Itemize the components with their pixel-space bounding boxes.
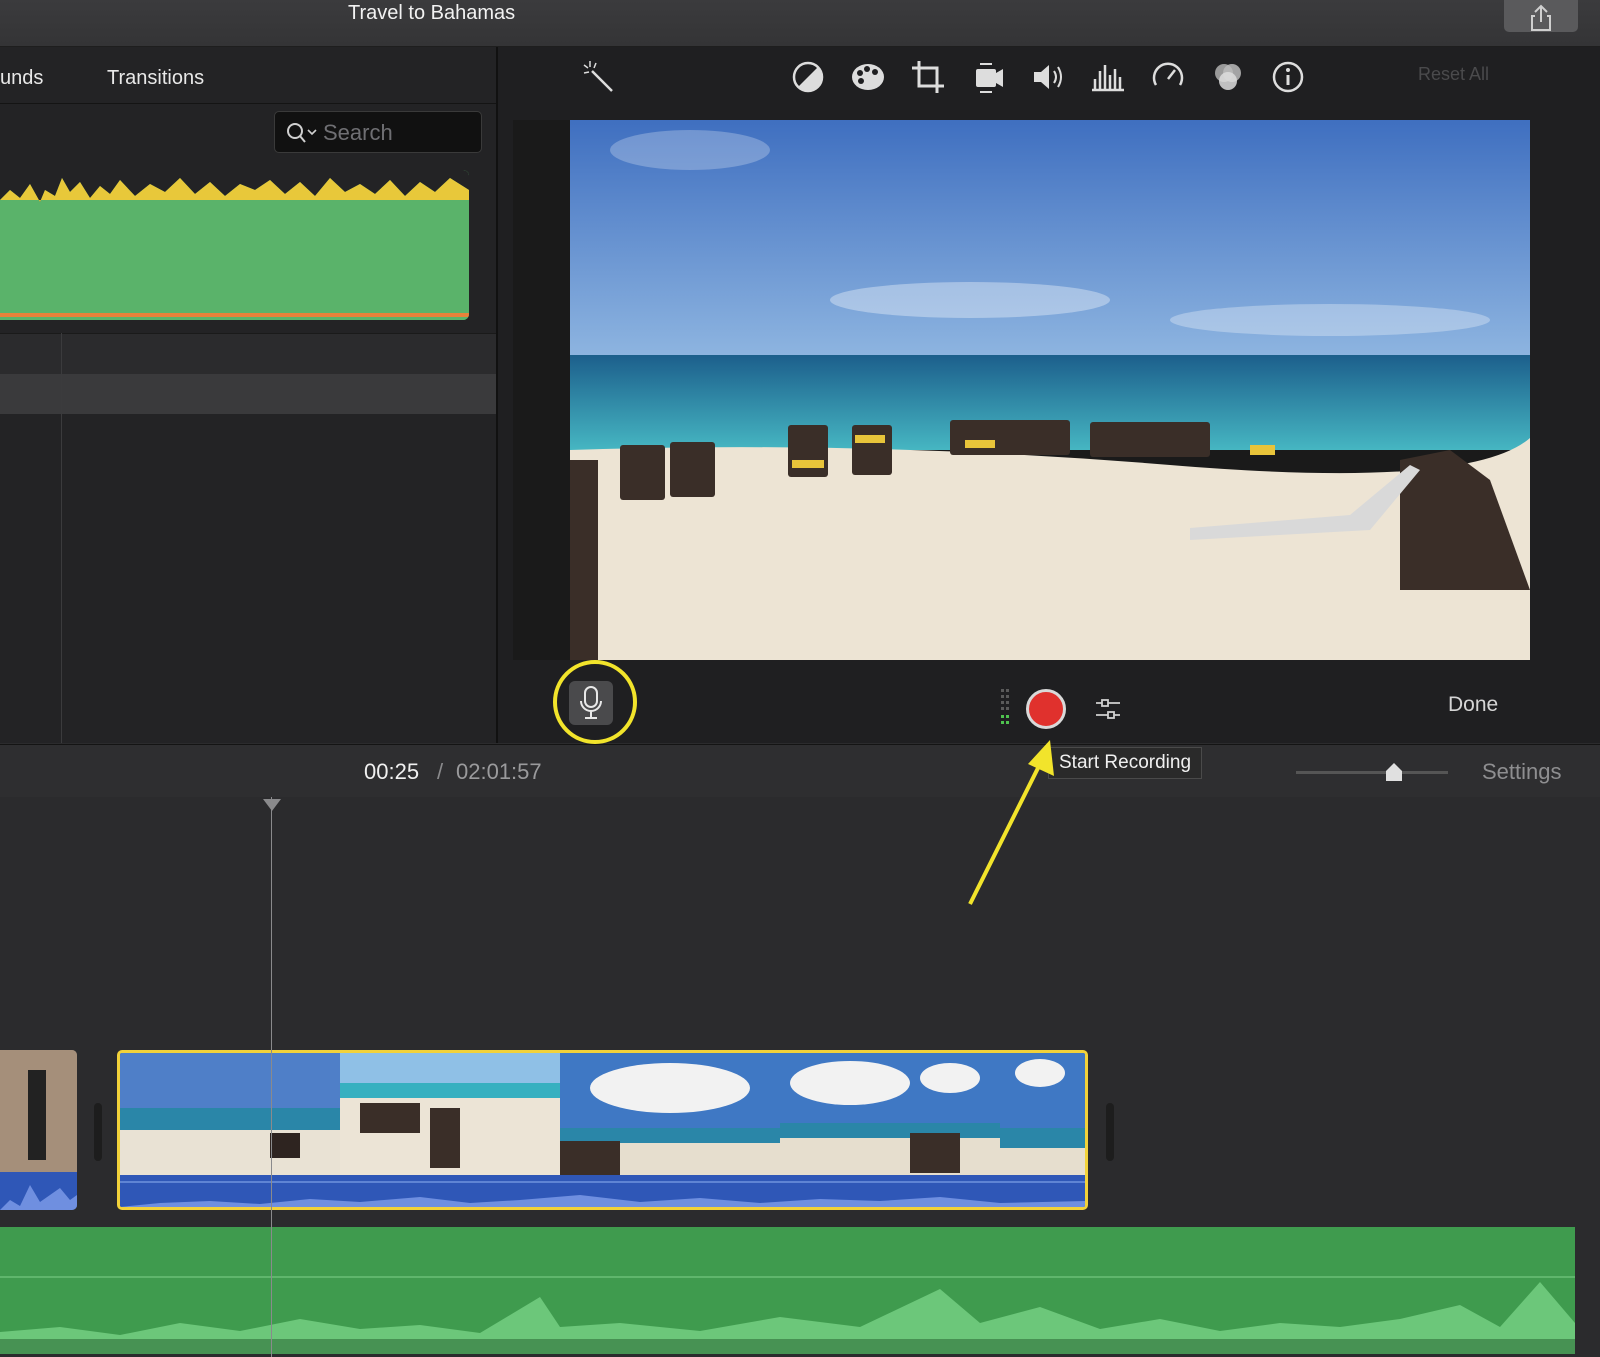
timeline[interactable] (0, 797, 1600, 1357)
color-balance-icon[interactable] (790, 59, 826, 95)
audio-waveform-graphic (120, 1181, 1085, 1207)
background-music-track[interactable] (0, 1227, 1575, 1354)
clip-filter-icon[interactable] (1210, 59, 1246, 95)
crop-icon[interactable] (910, 59, 946, 95)
start-recording-tooltip: Start Recording (1048, 747, 1203, 779)
clip-thumbnail (1000, 1053, 1085, 1175)
magic-wand-icon[interactable] (582, 59, 618, 95)
share-button[interactable] (1504, 0, 1578, 32)
volume-icon[interactable] (1030, 59, 1066, 95)
clip-trim-handle[interactable] (1106, 1103, 1114, 1161)
list-row[interactable] (0, 333, 496, 374)
search-field[interactable]: Search (274, 111, 482, 153)
window-title: Travel to Bahamas (348, 2, 516, 24)
annotation-highlight-circle (553, 660, 637, 744)
column-divider (61, 333, 62, 743)
equalizer-icon[interactable] (1090, 59, 1126, 95)
waveform-graphic (0, 170, 469, 320)
search-input[interactable]: Search (323, 120, 393, 146)
timecode-separator: / (437, 759, 444, 784)
audio-level-meter (1001, 689, 1009, 724)
media-browser: unds Transitions Search (0, 47, 496, 743)
annotation-arrow (968, 740, 1054, 905)
clip-thumbnail (340, 1053, 560, 1175)
search-icon (287, 123, 317, 143)
record-button[interactable] (1026, 689, 1066, 729)
clip-thumbnail (120, 1053, 340, 1175)
selected-video-clip[interactable] (117, 1050, 1088, 1210)
list-row[interactable] (0, 374, 496, 414)
clip-thumbnail (780, 1053, 1000, 1175)
clip-thumbnail (0, 1050, 77, 1210)
tab-sounds[interactable]: unds (0, 67, 43, 90)
playhead-marker-icon[interactable] (263, 799, 281, 813)
tab-transitions[interactable]: Transitions (107, 67, 204, 90)
current-timecode: 00:25 (364, 759, 420, 784)
video-preview-image (570, 120, 1530, 660)
clip-thumbnail (560, 1053, 780, 1175)
total-duration: 02:01:57 (456, 759, 542, 784)
clip-audio-waveform[interactable] (120, 1175, 1085, 1207)
viewer-pane: Reset All Done (498, 47, 1600, 743)
reset-all-button[interactable]: Reset All (1418, 64, 1489, 85)
timeline-zoom-slider[interactable] (1296, 771, 1448, 774)
title-bar: Travel to Bahamas (0, 0, 1600, 47)
share-icon (1531, 4, 1551, 31)
clip-trim-handle[interactable] (94, 1103, 102, 1161)
music-waveform-graphic (0, 1276, 1575, 1354)
recording-options-icon[interactable] (1094, 697, 1122, 721)
done-button[interactable]: Done (1448, 693, 1498, 717)
zoom-slider-knob-icon[interactable] (1384, 761, 1404, 783)
speed-icon[interactable] (1150, 59, 1186, 95)
sound-clip-waveform[interactable] (0, 170, 469, 320)
browser-tabs: unds Transitions (0, 47, 496, 104)
info-icon[interactable] (1270, 59, 1306, 95)
stabilization-icon[interactable] (970, 59, 1006, 95)
settings-button[interactable]: Settings (1482, 759, 1562, 785)
previous-video-clip[interactable] (0, 1050, 77, 1210)
color-palette-icon[interactable] (850, 59, 886, 95)
playhead[interactable] (271, 797, 272, 1357)
